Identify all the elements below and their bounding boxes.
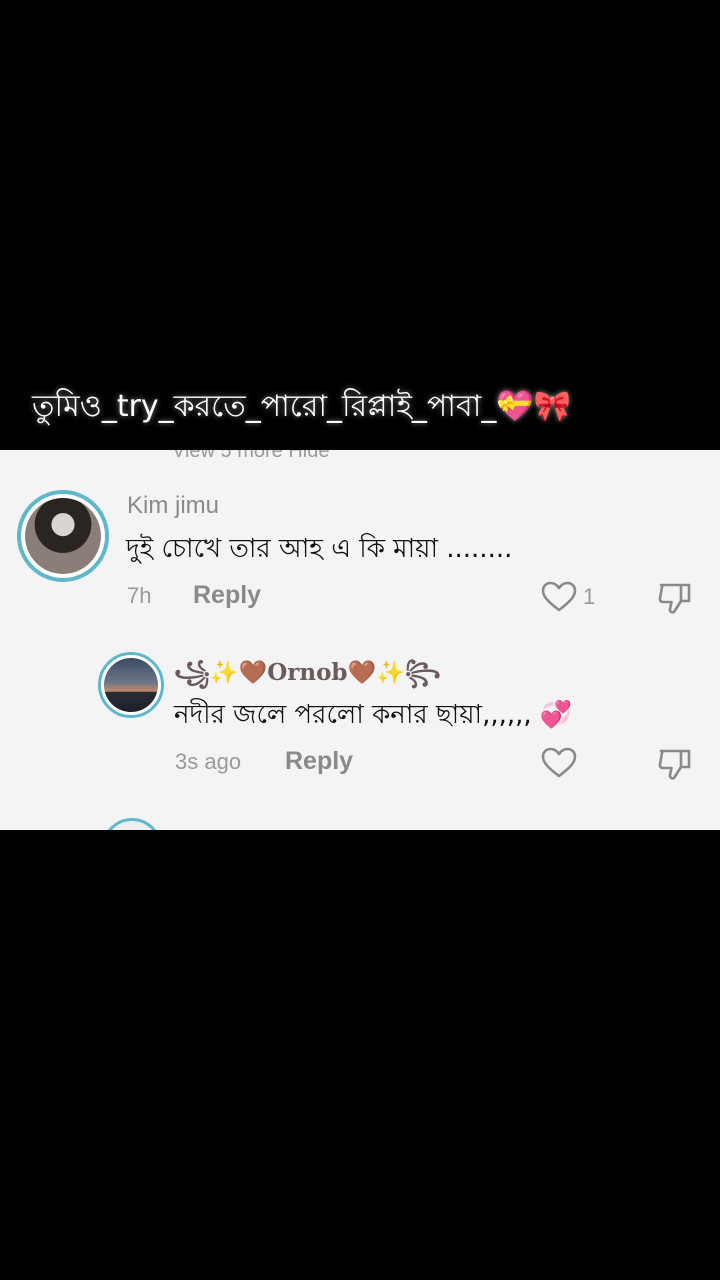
view-more-replies-clipped[interactable]: View 5 more Hide (172, 450, 329, 463)
comment-username[interactable]: Kim jimu (127, 492, 219, 520)
video-caption: তুমিও_try_করতে_পারো_রিপ্লাই_পাবা_💝🎀 (32, 389, 572, 424)
avatar-image (104, 658, 158, 712)
comment-text: দুই চোখে তার আহ এ কি মায়া ........ (126, 534, 513, 564)
avatar-image (25, 498, 101, 574)
thumbs-down-icon[interactable] (657, 581, 693, 619)
avatar[interactable] (98, 652, 164, 718)
heart-outline-icon[interactable] (541, 747, 577, 783)
avatar[interactable] (17, 490, 109, 582)
reply-timestamp: 3s ago (175, 749, 242, 774)
avatar[interactable] (102, 818, 162, 830)
comments-panel: View 5 more Hide Kim jimu দুই চোখে তার আ… (0, 450, 720, 830)
heart-outline-icon[interactable] (541, 581, 577, 617)
reply-button[interactable]: Reply (285, 747, 353, 776)
comment-timestamp: 7h (127, 583, 152, 608)
reply-text: নদীর জলে পরলো কনার ছায়া,,,,,, 💞 (174, 700, 573, 730)
like-count: 1 (583, 584, 596, 609)
thumbs-down-icon[interactable] (657, 747, 693, 785)
reply-button[interactable]: Reply (193, 581, 261, 610)
